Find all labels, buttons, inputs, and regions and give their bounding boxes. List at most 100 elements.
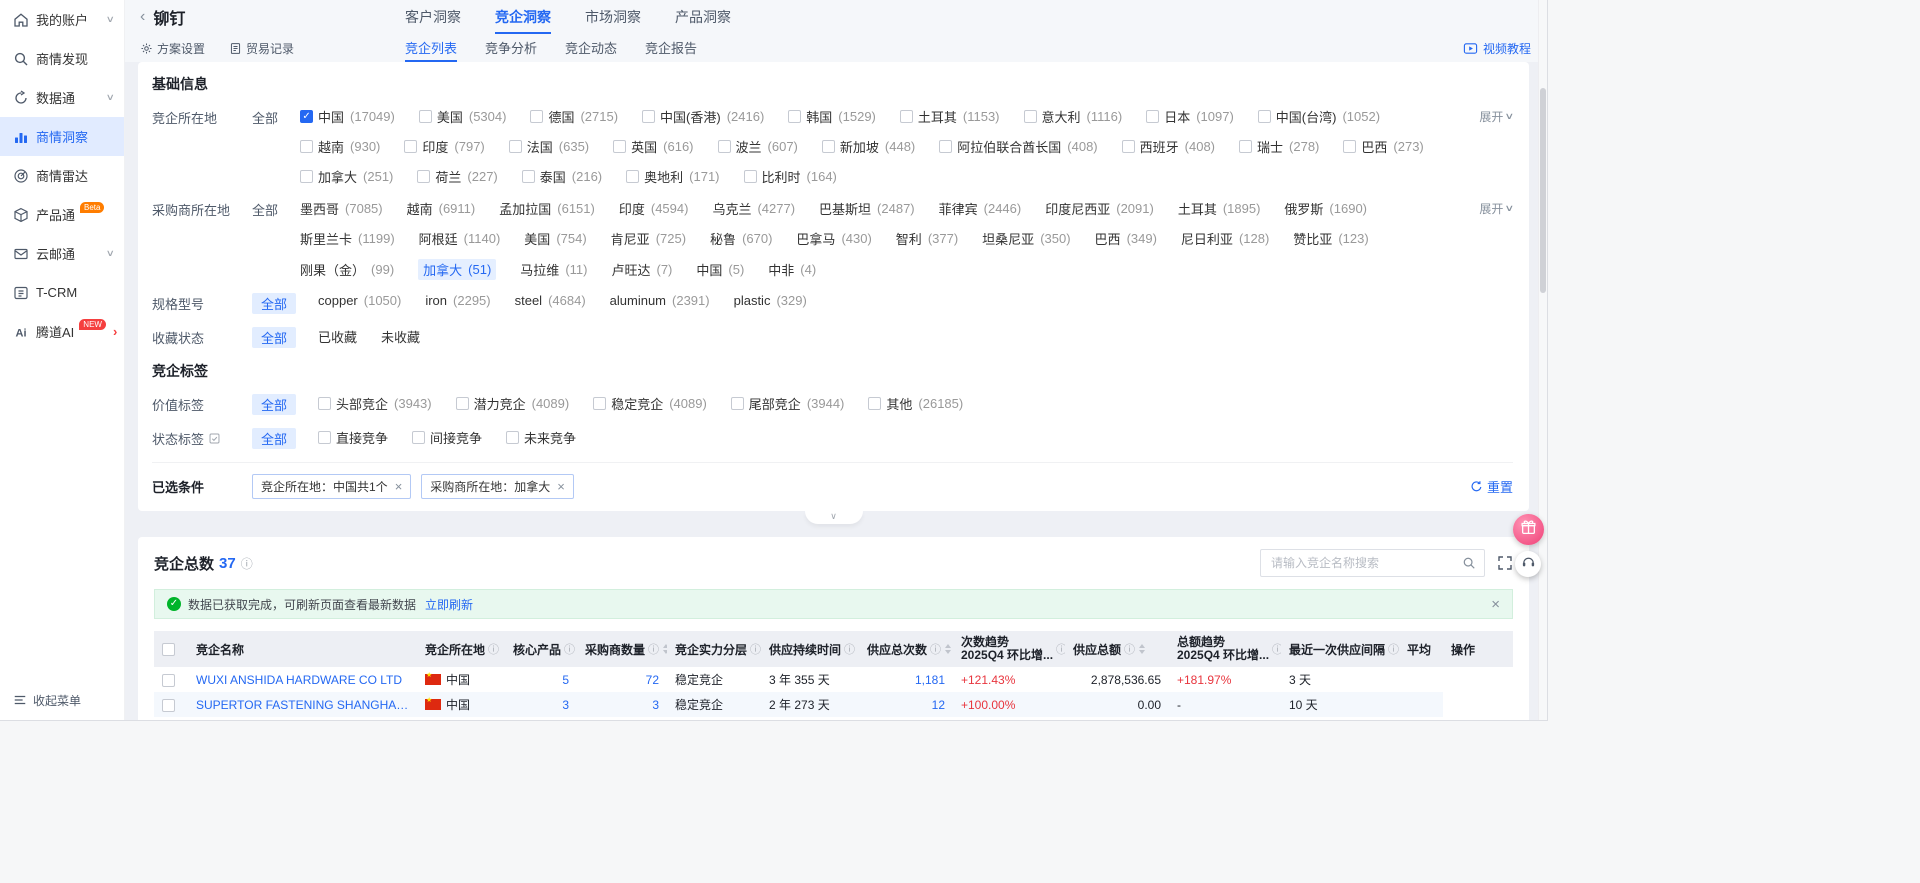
notification-close-icon[interactable]: × — [1491, 597, 1500, 612]
filter-option[interactable]: 刚果（金）(99) — [300, 259, 394, 280]
filter-option[interactable]: 未来竞争 — [506, 428, 576, 447]
checkbox-icon[interactable] — [626, 170, 639, 183]
filter-option[interactable]: 已收藏 — [318, 327, 357, 346]
filter-option[interactable]: 肯尼亚(725) — [611, 229, 686, 248]
filter-all-option[interactable]: 全部 — [252, 428, 296, 449]
filter-option[interactable]: 尾部竞企(3944) — [731, 394, 845, 413]
filter-option[interactable]: 波兰(607) — [718, 137, 798, 156]
info-icon[interactable]: ⓘ — [488, 641, 499, 657]
checkbox-icon[interactable] — [822, 140, 835, 153]
reset-button[interactable]: 重置 — [1470, 477, 1513, 496]
filter-option[interactable]: 泰国(216) — [522, 167, 602, 186]
buyer-count-cell[interactable]: 16 — [577, 717, 667, 720]
filter-option[interactable]: 直接竞争 — [318, 428, 388, 447]
collapse-menu-button[interactable]: 收起菜单 — [0, 680, 124, 720]
checkbox-icon[interactable] — [1146, 110, 1159, 123]
filter-option[interactable]: 越南(930) — [300, 137, 380, 156]
supply-count-cell[interactable]: 1,181 — [859, 667, 953, 692]
checkbox-icon[interactable] — [1122, 140, 1135, 153]
checkbox-icon[interactable] — [1024, 110, 1037, 123]
checkbox-icon[interactable] — [300, 170, 313, 183]
filter-option[interactable]: 乌克兰(4277) — [712, 199, 795, 218]
sub-tab-0[interactable]: 竞企列表 — [405, 34, 457, 62]
row-checkbox[interactable] — [162, 699, 175, 712]
filter-option[interactable]: 潜力竞企(4089) — [456, 394, 570, 413]
filter-option[interactable]: 中非(4) — [768, 259, 816, 280]
filter-option[interactable]: 坦桑尼亚(350) — [982, 229, 1070, 248]
company-name-link[interactable]: WUXI ANSHIDA HARDWARE CO LTD — [196, 673, 402, 687]
filter-option[interactable]: 新加坡(448) — [822, 137, 915, 156]
filter-option[interactable]: 日本(1097) — [1146, 107, 1234, 126]
selected-filter-chip[interactable]: 竞企所在地：中国共1个× — [252, 474, 411, 499]
filter-option[interactable]: 秘鲁(670) — [710, 229, 772, 248]
column-supply-count[interactable]: 供应总次数ⓘ — [859, 631, 953, 667]
filter-option[interactable]: 其他(26185) — [868, 394, 963, 413]
expand-link[interactable]: 展开∨ — [1479, 199, 1513, 217]
checkbox-icon[interactable] — [318, 397, 331, 410]
column-amount[interactable]: 供应总额ⓘ — [1065, 631, 1169, 667]
filter-option[interactable]: 中国(台湾)(1052) — [1258, 107, 1380, 126]
checkbox-icon[interactable] — [412, 431, 425, 444]
checkbox-icon[interactable] — [642, 110, 655, 123]
filter-option[interactable]: 印度(797) — [404, 137, 484, 156]
checkbox-icon[interactable] — [417, 170, 430, 183]
filter-option[interactable]: 瑞士(278) — [1239, 137, 1319, 156]
filter-option[interactable]: copper(1050) — [318, 293, 401, 308]
main-tab-2[interactable]: 市场洞察 — [585, 0, 641, 34]
info-icon[interactable]: ⓘ — [564, 641, 575, 657]
chip-close-icon[interactable]: × — [395, 480, 403, 493]
column-amount-trend[interactable]: 总额趋势2025Q4 环比增...ⓘ — [1169, 631, 1281, 667]
filter-option[interactable]: 土耳其(1153) — [900, 107, 1000, 126]
expand-link[interactable]: 展开∨ — [1479, 107, 1513, 125]
checkbox-icon[interactable] — [613, 140, 626, 153]
buyer-count-cell[interactable]: 72 — [577, 667, 667, 692]
info-icon[interactable]: ⓘ — [1124, 641, 1135, 657]
filter-option[interactable]: 斯里兰卡(1199) — [300, 229, 395, 248]
filter-option[interactable]: 阿根廷(1140) — [419, 229, 501, 248]
sidebar-item-ai[interactable]: Ai 腾道AI NEW › — [0, 312, 124, 351]
sub-tab-2[interactable]: 竞企动态 — [565, 34, 617, 62]
filter-option[interactable]: 意大利(1116) — [1024, 107, 1123, 126]
checkbox-icon[interactable] — [868, 397, 881, 410]
filter-option[interactable]: 巴基斯坦(2487) — [819, 199, 915, 218]
core-products-cell[interactable]: 3 — [505, 717, 577, 720]
filter-option[interactable]: 西班牙(408) — [1122, 137, 1215, 156]
supply-count-cell[interactable]: 201 — [859, 717, 953, 720]
chip-close-icon[interactable]: × — [557, 480, 565, 493]
sub-tab-1[interactable]: 竞争分析 — [485, 34, 537, 62]
supply-count-cell[interactable]: 12 — [859, 692, 953, 717]
sidebar-item-radar[interactable]: 商情雷达 — [0, 156, 124, 195]
sidebar-item-data[interactable]: 数据通 ∨ — [0, 78, 124, 117]
checkbox-icon[interactable] — [900, 110, 913, 123]
core-products-cell[interactable]: 3 — [505, 692, 577, 717]
filter-all-option[interactable]: 全部 — [252, 199, 278, 220]
filter-option[interactable]: 巴拿马(430) — [796, 229, 871, 248]
info-icon[interactable]: ⓘ — [241, 555, 253, 572]
sort-icon[interactable] — [945, 644, 951, 654]
filter-option[interactable]: 土耳其(1895) — [1178, 199, 1261, 218]
sub-tab-3[interactable]: 竞企报告 — [645, 34, 697, 62]
info-icon[interactable]: ⓘ — [844, 641, 855, 657]
filter-option[interactable]: 尼日利亚(128) — [1181, 229, 1269, 248]
sidebar-item-account[interactable]: 我的账户 ∨ — [0, 0, 124, 39]
main-tab-1[interactable]: 竞企洞察 — [495, 0, 551, 34]
filter-option[interactable]: 巴西(349) — [1095, 229, 1157, 248]
company-name-link[interactable]: SUPERTOR FASTENING SHANGHAI... — [196, 698, 409, 712]
checkbox-icon[interactable] — [509, 140, 522, 153]
info-icon[interactable]: ⓘ — [750, 641, 761, 657]
checkbox-icon[interactable] — [456, 397, 469, 410]
info-icon[interactable]: ⓘ — [930, 641, 941, 657]
collapse-filters-handle[interactable]: ∨ — [805, 511, 863, 524]
filter-all-option[interactable]: 全部 — [252, 293, 296, 314]
filter-option[interactable]: 荷兰(227) — [417, 167, 497, 186]
filter-option[interactable]: steel(4684) — [515, 293, 586, 308]
checkbox-icon[interactable] — [939, 140, 952, 153]
checkbox-icon[interactable] — [731, 397, 744, 410]
filter-option[interactable]: 俄罗斯(1690) — [1284, 199, 1367, 218]
video-tutorial-link[interactable]: 视频教程 — [1463, 34, 1531, 62]
sidebar-item-insight[interactable]: 商情洞察 — [0, 117, 124, 156]
filter-option[interactable]: 越南(6911) — [407, 199, 476, 218]
filter-option[interactable]: 未收藏 — [381, 327, 420, 346]
customer-service-button[interactable] — [1515, 551, 1541, 577]
checkbox-icon[interactable] — [593, 397, 606, 410]
